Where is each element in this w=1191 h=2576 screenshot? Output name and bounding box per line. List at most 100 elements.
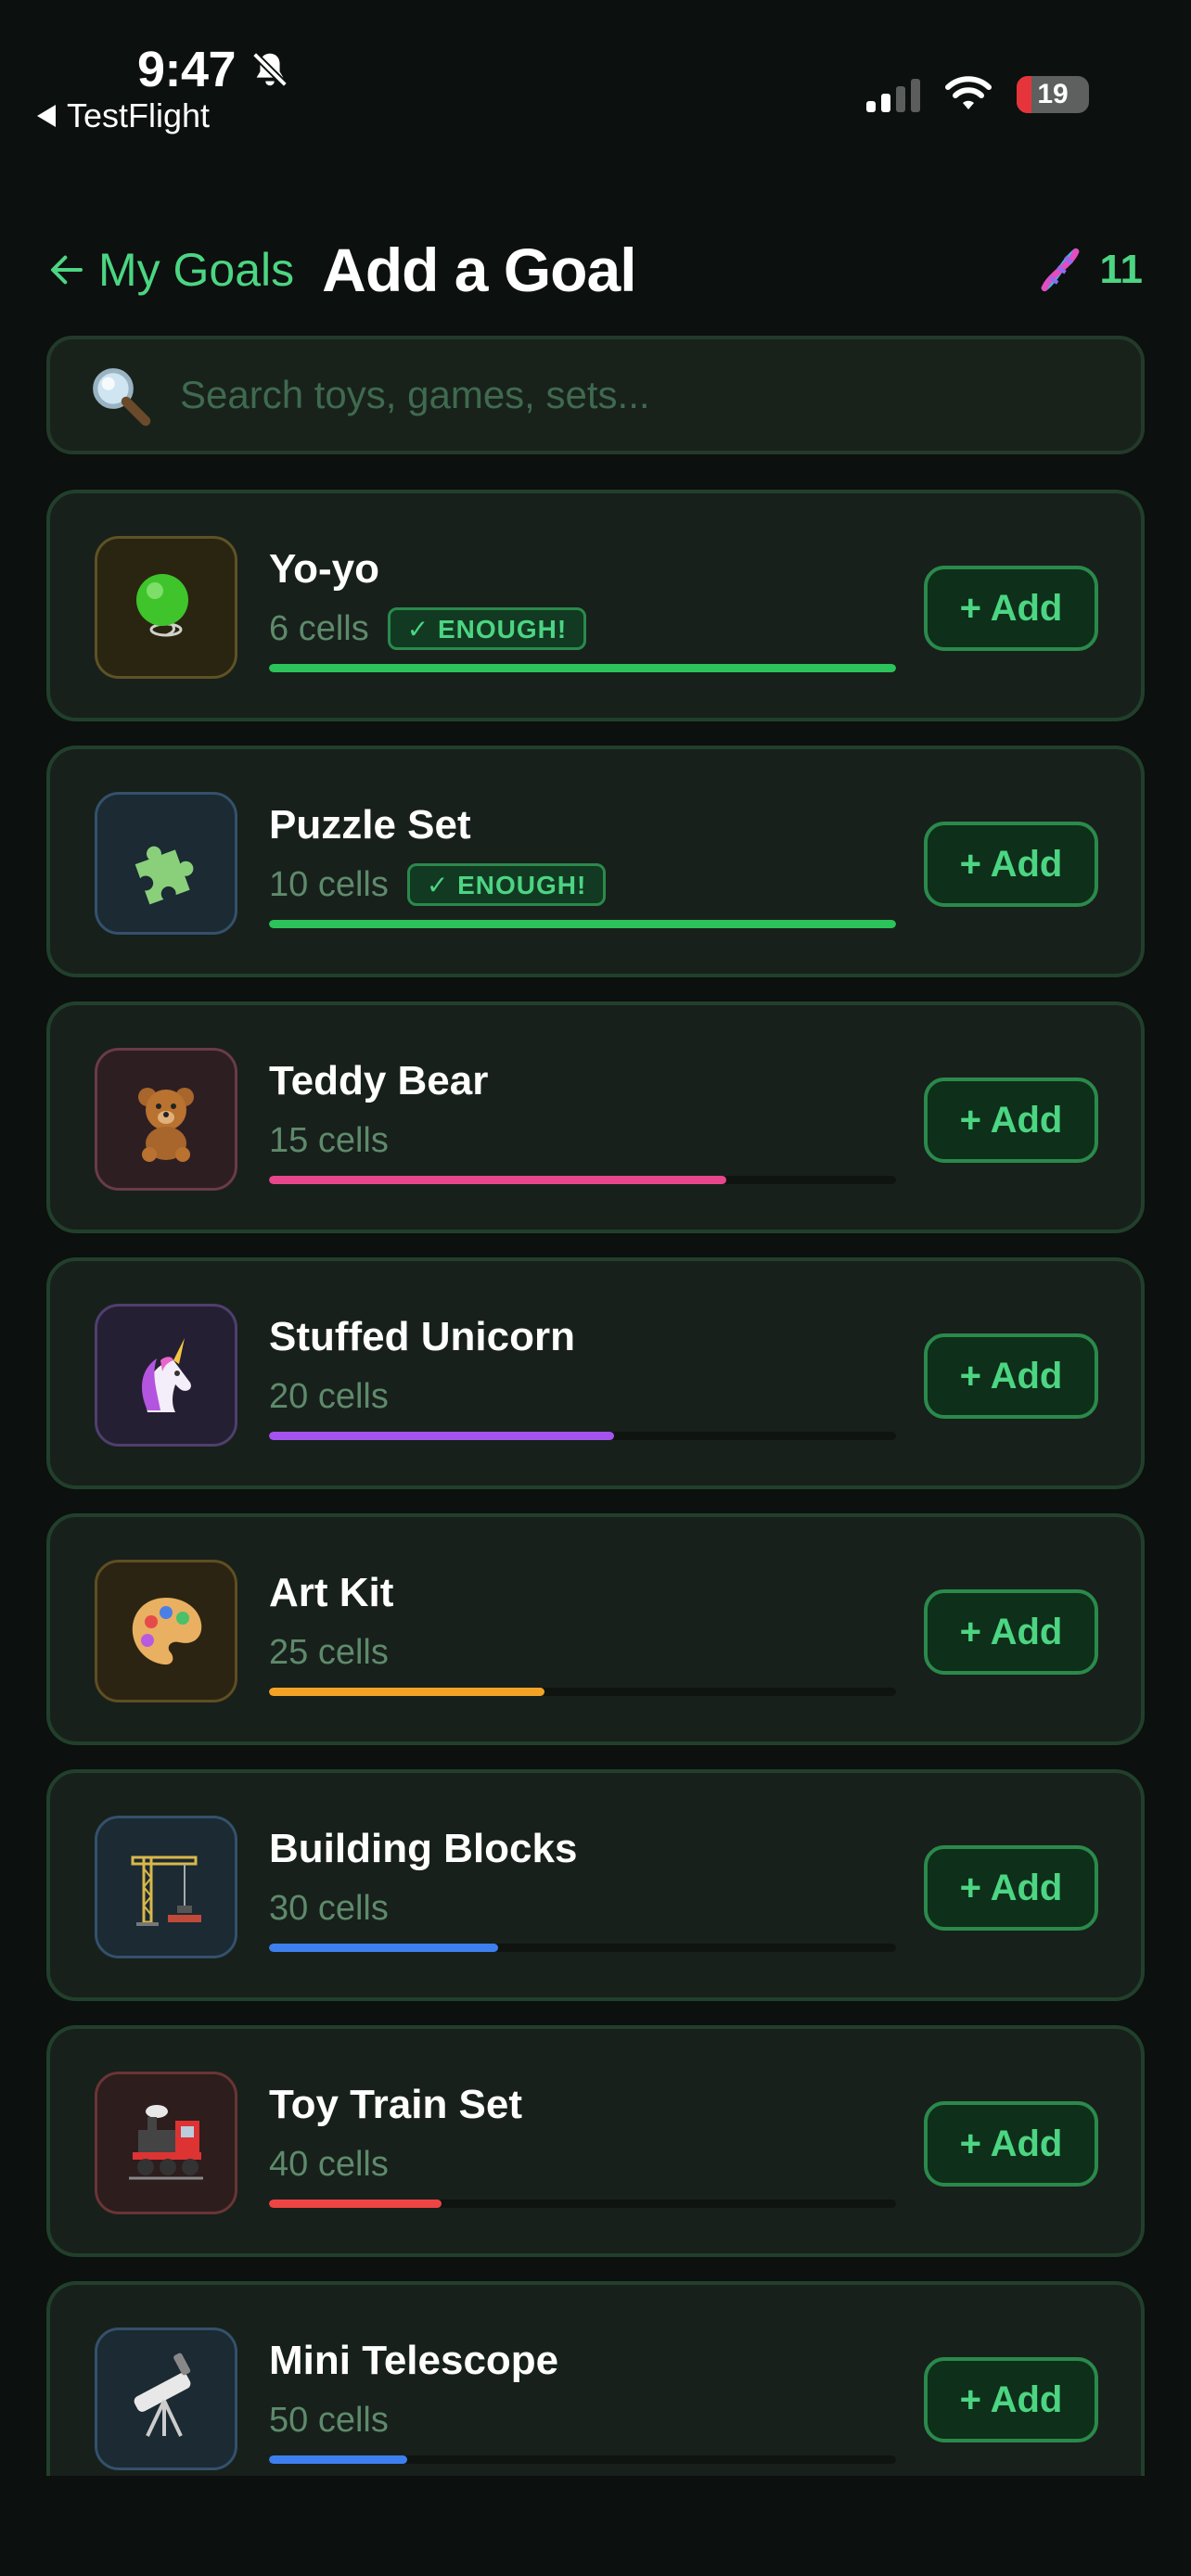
goal-progress-bar [269,2200,442,2208]
system-icons: 19 [866,76,1089,113]
add-goal-button[interactable]: + Add [924,1845,1098,1931]
arrow-left-icon [51,255,83,285]
goal-info: Teddy Bear 15 cells [269,1061,896,1184]
goal-name: Yo-yo [269,546,379,592]
goal-progress-track [269,1176,896,1184]
goal-icon-tile [95,1816,237,1958]
back-triangle-icon [37,105,56,127]
unicorn-icon [142,1338,191,1412]
goal-cells: 15 cells [269,1120,389,1160]
bell-slash-icon [251,51,289,88]
add-goal-button[interactable]: + Add [924,1078,1098,1163]
goal-cells: 10 cells [269,864,389,904]
goal-icon-tile [95,536,237,679]
goal-card[interactable]: Building Blocks 30 cells + Add [46,1769,1145,2001]
dna-icon [1042,248,1080,292]
goal-info: Art Kit 25 cells [269,1573,896,1696]
goal-list: Yo-yo 6 cells ✓ ENOUGH! + Add Puzzle Set… [46,490,1145,2500]
goal-progress-bar [269,1176,727,1184]
add-goal-button[interactable]: + Add [924,822,1098,907]
goal-name: Art Kit [269,1570,394,1615]
back-label: My Goals [98,244,295,296]
status-time: 9:47 [137,41,291,98]
puzzle-icon [134,846,194,905]
goal-progress-track [269,2455,896,2464]
goal-meta: 50 cells [269,2398,896,2442]
header: My Goals Add a Goal 11 [48,228,1143,312]
add-goal-button[interactable]: + Add [924,2101,1098,2187]
goal-icon-tile [95,1560,237,1702]
wifi-icon [945,76,992,109]
goal-progress-track [269,2200,896,2208]
dna-count-value: 11 [1099,247,1143,292]
goal-progress-bar [269,1688,545,1696]
goal-icon-tile [95,2327,237,2470]
goal-meta: 30 cells [269,1886,896,1931]
goal-progress-bar [269,920,896,928]
back-to-my-goals[interactable]: My Goals [48,243,294,297]
goal-cells: 40 cells [269,2144,389,2184]
add-goal-button[interactable]: + Add [924,2357,1098,2442]
goal-card[interactable]: Toy Train Set 40 cells + Add [46,2025,1145,2257]
goal-cells: 6 cells [269,608,369,648]
goal-cells: 25 cells [269,1632,389,1672]
add-goal-button[interactable]: + Add [924,1589,1098,1675]
goal-progress-bar [269,664,896,672]
goal-name: Building Blocks [269,1826,578,1871]
time-label: 9:47 [137,42,237,97]
goal-card[interactable]: Art Kit 25 cells + Add [46,1513,1145,1745]
search-icon [93,368,151,427]
goal-card[interactable]: Teddy Bear 15 cells + Add [46,1001,1145,1233]
yoyo-icon [136,574,188,637]
goal-progress-track [269,1688,896,1696]
goal-icon-tile [95,2072,237,2214]
goal-info: Stuffed Unicorn 20 cells [269,1317,896,1440]
goal-meta: 10 cells ✓ ENOUGH! [269,862,896,907]
goal-meta: 25 cells [269,1630,896,1675]
crane-icon [131,1855,201,1926]
battery-icon: 19 [1017,76,1089,113]
goal-info: Mini Telescope 50 cells [269,2340,896,2464]
goal-card[interactable]: Puzzle Set 10 cells ✓ ENOUGH! + Add [46,746,1145,977]
goal-info: Building Blocks 30 cells [269,1829,896,1952]
goal-progress-bar [269,2455,407,2464]
battery-level: 19 [1037,79,1069,109]
goal-cells: 50 cells [269,2400,389,2440]
goal-progress-bar [269,1944,498,1952]
goal-icon-tile [95,792,237,935]
back-app-label: TestFlight [67,96,211,134]
goal-card[interactable]: Mini Telescope 50 cells + Add [46,2281,1145,2476]
goal-progress-bar [269,1432,614,1440]
add-goal-button[interactable]: + Add [924,1333,1098,1419]
goal-cells: 20 cells [269,1376,389,1416]
telescope-icon [134,2353,191,2437]
goal-card[interactable]: Yo-yo 6 cells ✓ ENOUGH! + Add [46,490,1145,721]
enough-badge: ✓ ENOUGH! [406,863,607,906]
goal-name: Mini Telescope [269,2338,559,2383]
back-to-testflight[interactable]: TestFlight [37,96,210,135]
goal-progress-track [269,920,896,928]
train-icon [129,2105,203,2180]
goal-meta: 20 cells [269,1374,896,1419]
search-input[interactable] [180,373,1141,417]
goal-cells: 30 cells [269,1888,389,1928]
search-bar[interactable] [46,336,1145,454]
goal-info: Toy Train Set 40 cells [269,2085,896,2208]
goal-meta: 6 cells ✓ ENOUGH! [269,606,896,651]
goal-info: Puzzle Set 10 cells ✓ ENOUGH! [269,805,896,928]
goal-progress-track [269,1432,896,1440]
goal-name: Stuffed Unicorn [269,1314,575,1359]
goal-info: Yo-yo 6 cells ✓ ENOUGH! [269,549,896,672]
goal-card[interactable]: Stuffed Unicorn 20 cells + Add [46,1257,1145,1489]
goal-meta: 15 cells [269,1118,896,1163]
goal-name: Teddy Bear [269,1058,489,1103]
teddy-bear-icon [138,1088,194,1162]
goal-meta: 40 cells [269,2142,896,2187]
goal-icon-tile [95,1304,237,1447]
page-title: Add a Goal [322,236,636,304]
goal-name: Toy Train Set [269,2082,523,2127]
cellular-signal-icon [866,77,920,112]
add-goal-screen: 9:47 TestFlight 19 My Goals Add a Goal 1… [0,0,1191,2576]
goal-progress-track [269,664,896,672]
add-goal-button[interactable]: + Add [924,566,1098,651]
